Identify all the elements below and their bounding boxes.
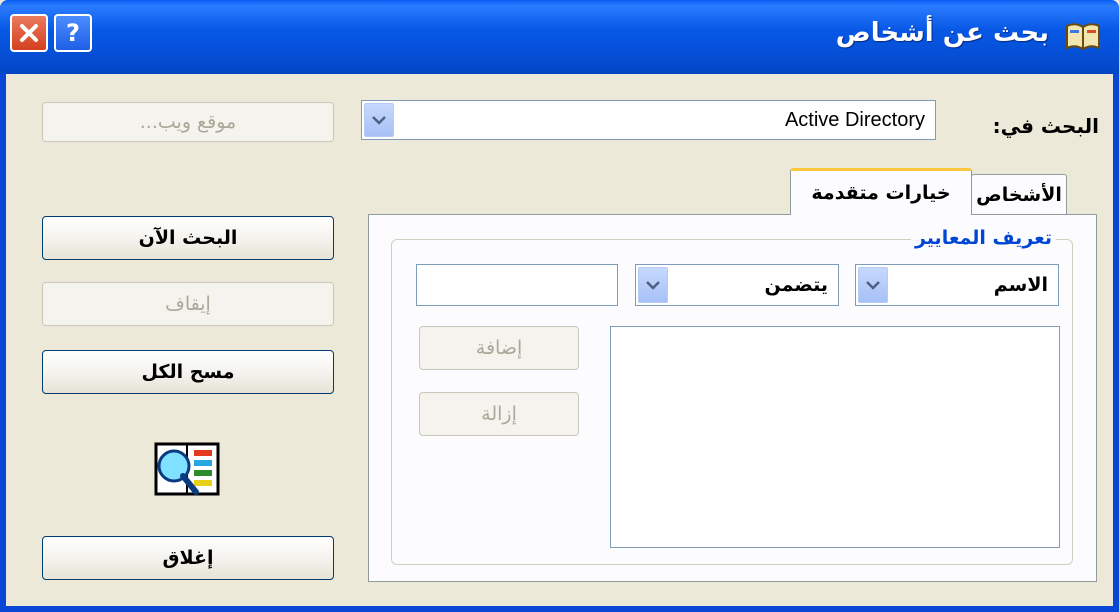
dialog-window: ? بحث عن أشخاص البحث في: Active Director… [0,0,1119,612]
condition-dropdown[interactable]: يتضمن [635,264,839,306]
chevron-down-icon [372,116,386,125]
field-value: الاسم [993,274,1048,296]
search-book-icon [154,442,220,496]
clear-all-button[interactable]: مسح الكل [42,350,334,394]
field-dropdown[interactable]: الاسم [855,264,1059,306]
find-now-button[interactable]: البحث الآن [42,216,334,260]
condition-value: يتضمن [764,274,828,296]
tab-advanced[interactable]: خيارات متقدمة [790,168,972,215]
criteria-value-input[interactable] [416,264,618,306]
search-in-value: Active Directory [784,108,925,131]
dropdown-arrow[interactable] [858,267,888,303]
add-criteria-button[interactable]: إضافة [419,326,579,370]
dropdown-arrow[interactable] [638,267,668,303]
advanced-tab-panel: تعريف المعايير الاسم يتضمن إضافة إزالة [368,214,1097,582]
search-in-label: البحث في: [992,114,1099,138]
criteria-group-label: تعريف المعايير [910,227,1056,249]
chevron-down-icon [646,281,660,290]
close-icon [20,24,38,42]
remove-criteria-button[interactable]: إزالة [419,392,579,436]
chevron-down-icon [866,281,880,290]
criteria-groupbox: تعريف المعايير الاسم يتضمن إضافة إزالة [391,227,1073,565]
title-bar: ? بحث عن أشخاص [0,0,1119,74]
close-button[interactable]: إغلاق [42,536,334,580]
search-in-dropdown[interactable]: Active Directory [361,100,936,140]
criteria-list[interactable] [610,326,1060,548]
close-window-button[interactable] [10,14,48,52]
website-button[interactable]: موقع ويب... [42,102,334,142]
help-button[interactable]: ? [54,14,92,52]
tab-people[interactable]: الأشخاص [971,174,1067,214]
window-title: بحث عن أشخاص [835,18,1049,48]
dropdown-arrow[interactable] [364,103,394,137]
address-book-icon [1066,23,1100,51]
stop-button[interactable]: إيقاف [42,282,334,326]
dialog-body: البحث في: Active Directory موقع ويب... ا… [6,74,1113,606]
help-icon: ? [66,19,80,47]
